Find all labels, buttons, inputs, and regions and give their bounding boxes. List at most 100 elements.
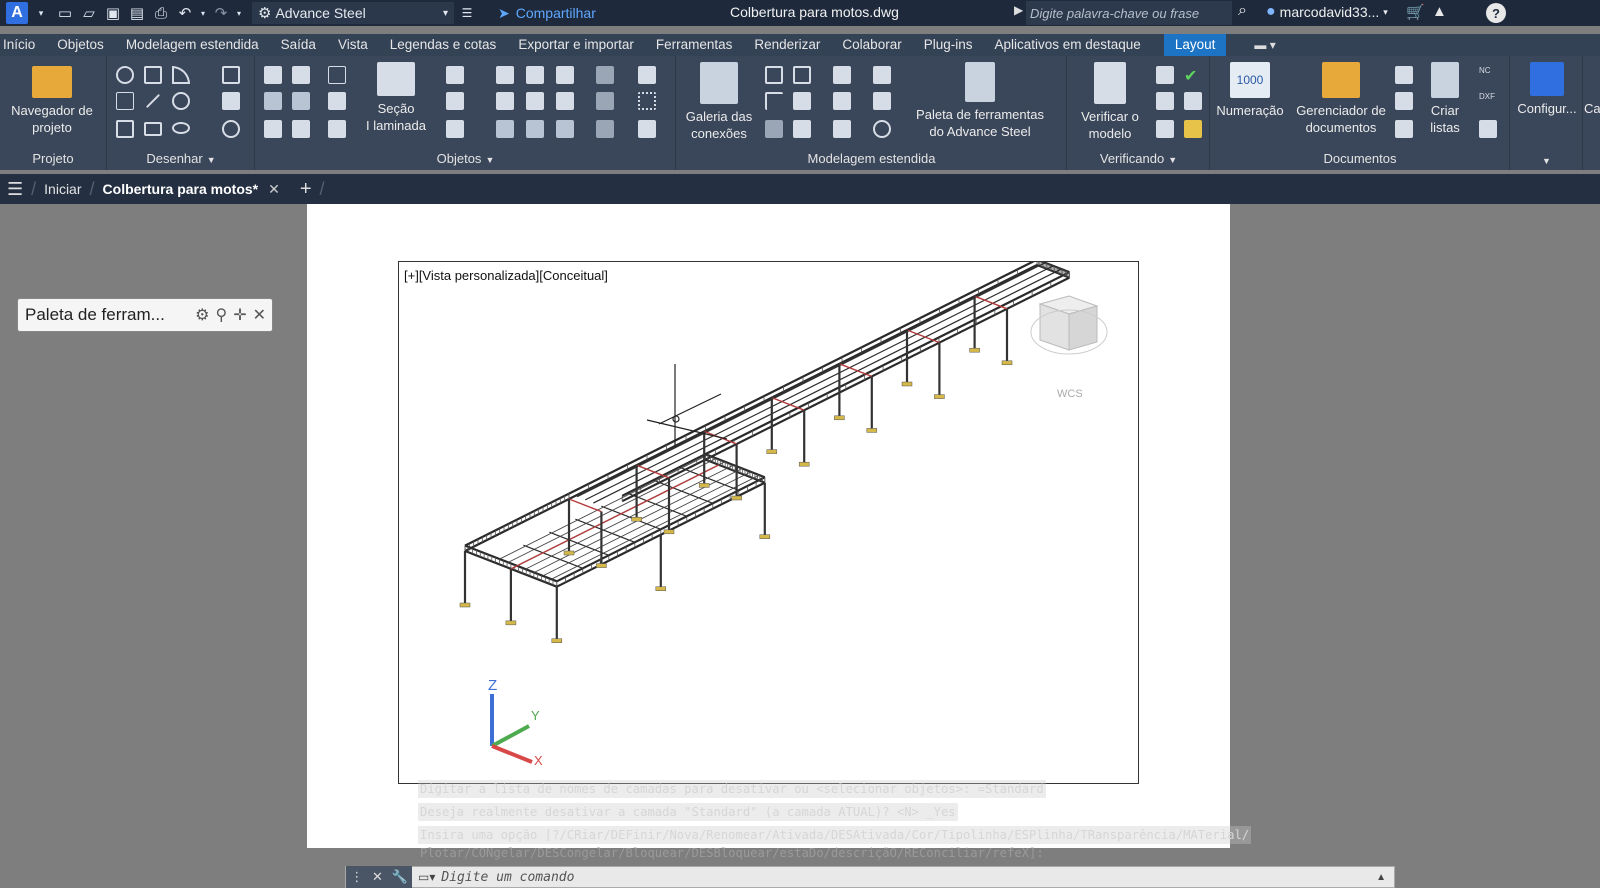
check-model-button[interactable]: Verificar o modelo [1074, 62, 1146, 142]
ribbon-tab-active[interactable]: Layout [1163, 34, 1227, 56]
i-section-small-icon[interactable] [328, 66, 346, 84]
document-manager-button[interactable]: Gerenciador de documentos [1291, 62, 1391, 136]
app-logo[interactable]: A [6, 2, 28, 24]
plate-icon[interactable] [264, 66, 282, 84]
ribbon-tab[interactable]: Renderizar [743, 34, 831, 56]
polyline-icon[interactable] [116, 66, 134, 84]
ribbon-tab[interactable]: Vista [327, 34, 379, 56]
ribbon-tab[interactable]: Objetos [46, 34, 115, 56]
ribbon-tab[interactable]: Legendas e cotas [379, 34, 508, 56]
ribbon-tab[interactable]: Exportar e importar [507, 34, 645, 56]
tab-start[interactable]: Iniciar [44, 181, 81, 197]
chevron-down-icon[interactable]: ▼ [207, 155, 216, 165]
column-icon[interactable] [292, 92, 310, 110]
ribbon-tab[interactable]: Modelagem estendida [115, 34, 270, 56]
bracing-icon[interactable] [793, 92, 811, 110]
chevron-down-icon[interactable]: ▼ [1168, 155, 1177, 165]
ribbon-tab[interactable]: Colaborar [831, 34, 912, 56]
app-menu-chevron-icon[interactable]: ▾ [30, 2, 52, 24]
tower-icon[interactable] [833, 120, 851, 138]
export-icon[interactable] [1479, 120, 1497, 138]
joint-h-icon[interactable] [526, 120, 544, 138]
spline-icon[interactable] [116, 92, 134, 110]
user-menu[interactable]: ● marcodavid33... ▾ [1266, 3, 1388, 21]
grating-c-icon[interactable] [596, 120, 614, 138]
joint-e-icon[interactable] [526, 92, 544, 110]
dxf-icon[interactable]: DXF [1479, 92, 1497, 110]
chevron-down-icon[interactable]: ▼ [1511, 156, 1582, 166]
connection-check-icon[interactable] [1156, 120, 1174, 138]
model-viewport[interactable]: [+][Vista personalizada][Conceitual] WCS… [398, 261, 1139, 784]
rolled-i-section-button[interactable]: Seção I laminada [360, 62, 432, 134]
ribbon-tab[interactable]: Ferramentas [645, 34, 744, 56]
bolt-icon[interactable] [264, 120, 282, 138]
ribbon-display-toggle-icon[interactable]: ▬ ▾ [1254, 38, 1275, 52]
roof-icon[interactable] [833, 92, 851, 110]
ribbon-tab[interactable]: Início [0, 34, 46, 56]
grid-icon[interactable] [222, 66, 240, 84]
beam-icon[interactable] [264, 92, 282, 110]
grating-icon[interactable] [596, 66, 614, 84]
polygon-icon[interactable] [116, 120, 134, 138]
autodesk-app-icon[interactable]: ▲ [1432, 3, 1447, 20]
chevron-up-icon[interactable]: ▲ [1376, 872, 1386, 883]
joint-f-icon[interactable] [556, 92, 574, 110]
ribbon-tab[interactable]: Plug-ins [913, 34, 984, 56]
open-folder-icon[interactable]: ▱ [78, 2, 100, 24]
weld-icon[interactable] [328, 92, 346, 110]
workspace-select[interactable]: ⚙ Advance Steel ▾ [252, 2, 454, 24]
house-icon[interactable] [833, 66, 851, 84]
audit-icon[interactable] [1156, 66, 1174, 84]
tool-palette-window[interactable]: Paleta de ferram... ⚙ ⚲ ✛ ✕ [17, 298, 273, 332]
ca-button-partial[interactable]: Ca [1584, 100, 1600, 117]
undo-icon[interactable]: ↶ [174, 2, 196, 24]
ellipse-icon[interactable] [172, 122, 190, 134]
nc-icon[interactable]: NC [1479, 66, 1497, 84]
numbering-button[interactable]: 1000 Numeração [1213, 62, 1287, 119]
list-c-icon[interactable] [1395, 120, 1413, 138]
line-icon[interactable] [145, 93, 161, 109]
collision-icon[interactable] [1156, 92, 1174, 110]
cart-icon[interactable]: 🛒 [1406, 3, 1425, 21]
z-purlin-icon[interactable] [793, 120, 811, 138]
redo-dropdown-icon[interactable]: ▾ [234, 2, 244, 24]
gear-icon[interactable]: ⚙ [195, 305, 209, 325]
rectangle-icon[interactable] [144, 122, 162, 136]
hatch-icon[interactable] [222, 92, 240, 110]
create-lists-button[interactable]: Criar listas [1423, 62, 1467, 136]
save-as-icon[interactable]: ▤ [126, 2, 148, 24]
undo-dropdown-icon[interactable]: ▾ [198, 2, 208, 24]
spiral-stair-icon[interactable] [873, 120, 891, 138]
close-icon[interactable]: ✕ [372, 869, 383, 885]
stair-icon[interactable] [446, 66, 464, 84]
block-icon[interactable] [222, 120, 240, 138]
truss-icon[interactable] [793, 66, 811, 84]
close-icon[interactable]: ✕ [253, 305, 266, 325]
wrench-icon[interactable]: 🔧 [391, 869, 407, 885]
search-icon[interactable]: ⌕ [1238, 2, 1247, 20]
grating-b-icon[interactable] [596, 92, 614, 110]
folded-plate-icon[interactable] [292, 66, 310, 84]
move-icon[interactable]: ✛ [233, 305, 246, 325]
close-icon[interactable]: ✕ [268, 181, 280, 198]
share-button[interactable]: ➤ Compartilhar [498, 5, 596, 22]
joint-i-icon[interactable] [556, 120, 574, 138]
check-icon[interactable]: ✔ [1184, 66, 1202, 85]
configuration-button[interactable]: Configur... [1511, 62, 1583, 117]
camera-icon[interactable] [638, 66, 656, 84]
arc-icon[interactable] [172, 66, 190, 84]
customize-toolbar-icon[interactable]: ☰ [456, 2, 478, 24]
offset-icon[interactable] [144, 66, 162, 84]
wcs-label[interactable]: WCS [1057, 388, 1083, 400]
joint-g-icon[interactable] [496, 120, 514, 138]
command-prompt-icon[interactable]: ▭▾ [418, 870, 435, 884]
connection-gallery-button[interactable]: Galeria das conexões [681, 62, 757, 142]
frame-corner-icon[interactable] [765, 92, 783, 110]
menu-icon[interactable]: ☰ [7, 179, 23, 200]
search-input[interactable]: Digite palavra-chave ou frase [1026, 1, 1232, 25]
pin-icon[interactable]: ⚲ [215, 305, 227, 325]
profile-icon[interactable] [328, 120, 346, 138]
viewcube-icon[interactable] [1030, 295, 1108, 355]
new-file-icon[interactable]: ▭ [54, 2, 76, 24]
joint-b-icon[interactable] [526, 66, 544, 84]
